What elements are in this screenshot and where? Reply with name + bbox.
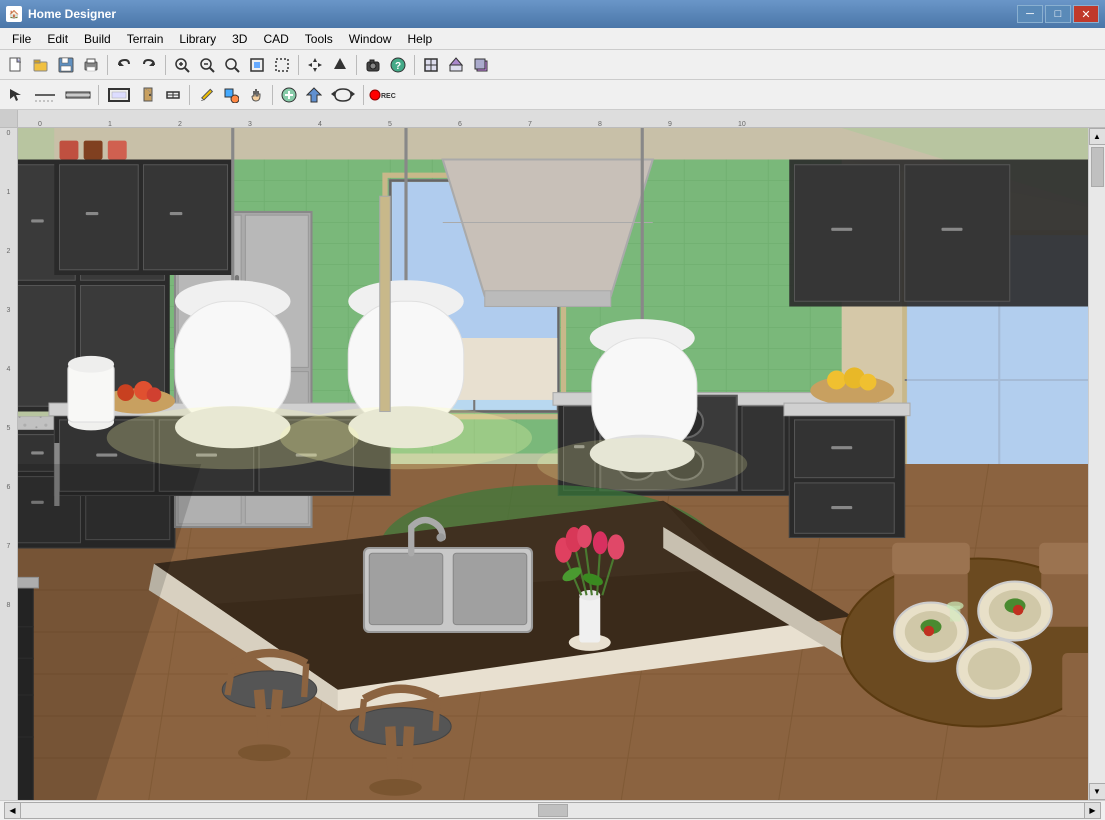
btn-pan[interactable] <box>303 53 327 77</box>
title-controls: ─ □ ✕ <box>1017 5 1099 23</box>
minimize-button[interactable]: ─ <box>1017 5 1043 23</box>
btn-zoom-fit[interactable] <box>170 53 194 77</box>
menu-file[interactable]: File <box>4 30 39 48</box>
scene-svg <box>18 128 1088 800</box>
btn-new[interactable] <box>4 53 28 77</box>
canvas-area[interactable] <box>18 128 1088 800</box>
btn-zoom-out[interactable] <box>220 53 244 77</box>
scroll-track-vertical[interactable] <box>1089 145 1105 783</box>
menu-help[interactable]: Help <box>399 30 440 48</box>
svg-text:REC: REC <box>381 93 396 100</box>
maximize-button[interactable]: □ <box>1045 5 1071 23</box>
btn-door-tool[interactable] <box>136 83 160 107</box>
scroll-left-button[interactable]: ◀ <box>4 802 21 819</box>
btn-zoom-in[interactable] <box>195 53 219 77</box>
btn-room-tool[interactable] <box>103 83 135 107</box>
sep1 <box>107 55 108 75</box>
btn-undo[interactable] <box>112 53 136 77</box>
toolbar-draw: REC <box>0 80 1105 110</box>
scroll-thumb-horizontal[interactable] <box>538 804 568 817</box>
menu-edit[interactable]: Edit <box>39 30 76 48</box>
btn-help[interactable]: ? <box>386 53 410 77</box>
btn-fill[interactable] <box>219 83 243 107</box>
btn-hand-tool[interactable] <box>244 83 268 107</box>
sep3 <box>298 55 299 75</box>
btn-up[interactable] <box>328 53 352 77</box>
left-ruler: 0 1 2 3 4 5 6 7 8 <box>0 128 18 800</box>
scroll-up-button[interactable]: ▲ <box>1089 128 1105 145</box>
sep5 <box>414 55 415 75</box>
sep9 <box>363 85 364 105</box>
btn-redo[interactable] <box>137 53 161 77</box>
menu-tools[interactable]: Tools <box>297 30 341 48</box>
status-bar: ◀ ▶ <box>0 800 1105 820</box>
btn-elevation-view[interactable] <box>444 53 468 77</box>
btn-camera[interactable] <box>361 53 385 77</box>
btn-open[interactable] <box>29 53 53 77</box>
btn-wall-tool[interactable] <box>62 83 94 107</box>
close-button[interactable]: ✕ <box>1073 5 1099 23</box>
btn-3d-view[interactable] <box>469 53 493 77</box>
btn-floorplan-view[interactable] <box>419 53 443 77</box>
btn-pencil[interactable] <box>194 83 218 107</box>
window-title: Home Designer <box>28 7 116 21</box>
btn-print[interactable] <box>79 53 103 77</box>
btn-save[interactable] <box>54 53 78 77</box>
svg-text:?: ? <box>395 61 401 72</box>
menu-build[interactable]: Build <box>76 30 119 48</box>
sep4 <box>356 55 357 75</box>
sep6 <box>98 85 99 105</box>
scroll-thumb-vertical[interactable] <box>1091 147 1104 187</box>
top-ruler-marks: 0 1 2 3 4 5 6 7 8 9 10 <box>18 110 1105 128</box>
menu-bar: File Edit Build Terrain Library 3D CAD T… <box>0 28 1105 50</box>
btn-draw-line[interactable] <box>29 83 61 107</box>
title-bar: 🏠 Home Designer ─ □ ✕ <box>0 0 1105 28</box>
title-left: 🏠 Home Designer <box>6 6 116 22</box>
menu-3d[interactable]: 3D <box>224 30 255 48</box>
scroll-down-button[interactable]: ▼ <box>1089 783 1105 800</box>
right-scrollbar: ▲ ▼ <box>1088 128 1105 800</box>
btn-select-tool[interactable] <box>4 83 28 107</box>
btn-add-object[interactable] <box>277 83 301 107</box>
btn-zoom-box[interactable] <box>270 53 294 77</box>
menu-cad[interactable]: CAD <box>255 30 296 48</box>
btn-rotate-tool[interactable] <box>327 83 359 107</box>
main-area: 0 1 2 3 4 5 6 7 8 <box>0 128 1105 800</box>
kitchen-scene[interactable] <box>18 128 1088 800</box>
btn-window-tool[interactable] <box>161 83 185 107</box>
top-ruler: 0 1 2 3 4 5 6 7 8 9 10 <box>0 110 1105 128</box>
menu-window[interactable]: Window <box>341 30 400 48</box>
sep7 <box>189 85 190 105</box>
scroll-track-horizontal[interactable] <box>21 802 1084 819</box>
btn-zoom-all[interactable] <box>245 53 269 77</box>
menu-library[interactable]: Library <box>171 30 224 48</box>
btn-arrow-up[interactable] <box>302 83 326 107</box>
bottom-scrollbar: ◀ ▶ <box>4 802 1101 819</box>
toolbar-main: ? <box>0 50 1105 80</box>
btn-record[interactable]: REC <box>368 83 400 107</box>
sep8 <box>272 85 273 105</box>
sep2 <box>165 55 166 75</box>
scroll-right-button[interactable]: ▶ <box>1084 802 1101 819</box>
menu-terrain[interactable]: Terrain <box>119 30 172 48</box>
app-icon: 🏠 <box>6 6 22 22</box>
ruler-corner <box>0 110 18 128</box>
